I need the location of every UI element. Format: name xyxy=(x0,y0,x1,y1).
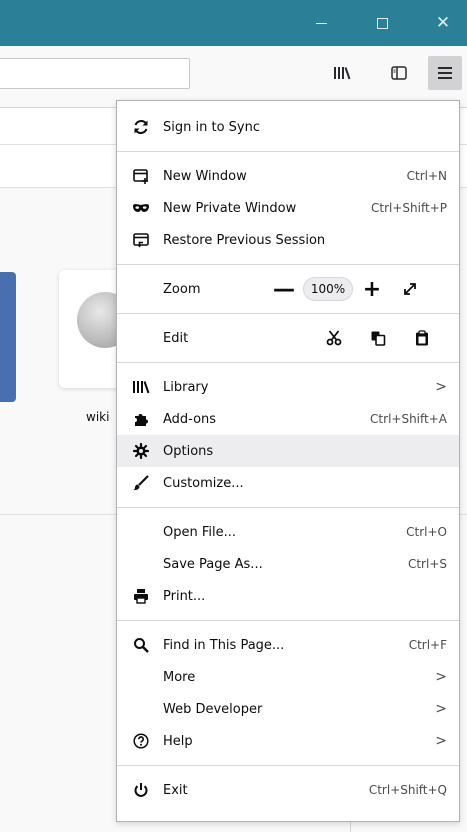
power-icon xyxy=(131,781,151,799)
menu-separator xyxy=(117,313,459,314)
open-menu-button[interactable] xyxy=(428,56,462,90)
menu-item-shortcut: Ctrl+Shift+Q xyxy=(368,783,447,797)
menu-separator xyxy=(117,264,459,265)
menu-item-label: New Private Window xyxy=(163,200,297,216)
menu-item-new-window[interactable]: New Window Ctrl+N xyxy=(117,160,459,192)
fullscreen-button[interactable] xyxy=(395,275,425,303)
menu-item-exit[interactable]: Exit Ctrl+Shift+Q xyxy=(117,774,459,806)
search-icon xyxy=(131,636,151,654)
close-button[interactable]: ✕ xyxy=(420,0,466,46)
menu-item-save-page-as[interactable]: Save Page As... Ctrl+S xyxy=(117,548,459,580)
menu-item-options[interactable]: Options xyxy=(117,435,459,467)
puzzle-icon xyxy=(131,410,151,428)
printer-icon xyxy=(131,587,151,605)
zoom-reset-button[interactable]: 100% xyxy=(303,277,353,301)
menu-item-label: Find in This Page... xyxy=(163,637,285,653)
menu-item-label: Zoom xyxy=(163,281,201,297)
menu-item-edit: Edit xyxy=(117,322,459,354)
menu-item-shortcut: Ctrl+S xyxy=(407,557,447,571)
maximize-icon xyxy=(376,17,388,29)
maximize-button[interactable] xyxy=(359,0,405,46)
menu-item-help[interactable]: Help > xyxy=(117,725,459,757)
menu-item-label: Customize... xyxy=(163,475,244,491)
menu-item-shortcut: Ctrl+Shift+A xyxy=(370,412,447,426)
restore-session-icon xyxy=(131,231,151,249)
gear-icon xyxy=(131,442,151,460)
sidebar-button[interactable] xyxy=(382,56,416,90)
paste-icon xyxy=(416,330,428,346)
menu-item-label: More xyxy=(163,669,196,685)
menu-item-label: Sign in to Sync xyxy=(163,119,260,135)
top-site-label: wiki xyxy=(86,410,110,424)
menu-item-customize[interactable]: Customize... xyxy=(117,467,459,499)
paintbrush-icon xyxy=(131,474,151,492)
menu-separator xyxy=(117,620,459,621)
copy-icon xyxy=(371,331,386,346)
hamburger-menu-icon xyxy=(438,67,452,79)
menu-item-shortcut: Ctrl+N xyxy=(406,169,447,183)
navigation-toolbar xyxy=(0,46,467,108)
menu-item-shortcut: Ctrl+O xyxy=(406,525,447,539)
copy-button[interactable] xyxy=(357,323,399,353)
menu-item-zoom: Zoom — 100% + xyxy=(117,273,459,305)
menu-separator xyxy=(117,765,459,766)
library-icon xyxy=(333,66,351,80)
cut-button[interactable] xyxy=(313,323,355,353)
app-menu-panel: Sign in to Sync New Window Ctrl+N New Pr… xyxy=(116,100,460,822)
chevron-right-icon: > xyxy=(435,379,447,395)
new-window-icon xyxy=(131,167,151,185)
menu-item-library[interactable]: Library > xyxy=(117,371,459,403)
menu-item-label: New Window xyxy=(163,168,247,184)
menu-item-label: Add-ons xyxy=(163,411,217,427)
library-button[interactable] xyxy=(325,56,359,90)
menu-item-label: Web Developer xyxy=(163,701,263,717)
menu-item-label: Restore Previous Session xyxy=(163,232,326,248)
title-bar: ✕ xyxy=(0,0,467,46)
chevron-right-icon: > xyxy=(435,701,447,717)
cut-icon xyxy=(326,330,342,346)
top-site-tile[interactable] xyxy=(0,272,16,402)
menu-item-label: Options xyxy=(163,443,214,459)
menu-item-label: Library xyxy=(163,379,209,395)
menu-item-label: Print... xyxy=(163,588,206,604)
zoom-out-button[interactable]: — xyxy=(267,275,301,303)
menu-item-shortcut: Ctrl+F xyxy=(408,638,447,652)
chevron-right-icon: > xyxy=(435,669,447,685)
menu-item-restore-previous-session[interactable]: Restore Previous Session xyxy=(117,224,459,256)
fullscreen-icon xyxy=(404,283,416,295)
url-bar[interactable] xyxy=(0,58,190,89)
menu-separator xyxy=(117,362,459,363)
private-mask-icon xyxy=(131,199,151,217)
menu-item-open-file[interactable]: Open File... Ctrl+O xyxy=(117,516,459,548)
menu-separator xyxy=(117,507,459,508)
menu-item-add-ons[interactable]: Add-ons Ctrl+Shift+A xyxy=(117,403,459,435)
menu-item-find-in-page[interactable]: Find in This Page... Ctrl+F xyxy=(117,629,459,661)
paste-button[interactable] xyxy=(401,323,443,353)
menu-item-web-developer[interactable]: Web Developer > xyxy=(117,693,459,725)
library-icon xyxy=(131,378,151,396)
chevron-right-icon: > xyxy=(435,733,447,749)
menu-item-label: Edit xyxy=(163,330,189,346)
menu-item-label: Save Page As... xyxy=(163,556,263,572)
minimize-icon xyxy=(315,22,327,24)
menu-item-sign-in-to-sync[interactable]: Sign in to Sync xyxy=(117,111,459,143)
menu-item-new-private-window[interactable]: New Private Window Ctrl+Shift+P xyxy=(117,192,459,224)
menu-item-label: Exit xyxy=(163,782,188,798)
content-edge xyxy=(350,822,467,832)
minimize-button[interactable] xyxy=(298,0,344,46)
menu-item-label: Open File... xyxy=(163,524,237,540)
sync-icon xyxy=(131,118,151,136)
help-icon xyxy=(131,732,151,750)
menu-item-more[interactable]: More > xyxy=(117,661,459,693)
zoom-in-button[interactable]: + xyxy=(355,275,389,303)
menu-separator xyxy=(117,151,459,152)
menu-item-shortcut: Ctrl+Shift+P xyxy=(371,201,447,215)
sidebar-icon xyxy=(391,66,407,80)
menu-item-print[interactable]: Print... xyxy=(117,580,459,612)
close-icon: ✕ xyxy=(435,13,451,33)
menu-item-label: Help xyxy=(163,733,193,749)
